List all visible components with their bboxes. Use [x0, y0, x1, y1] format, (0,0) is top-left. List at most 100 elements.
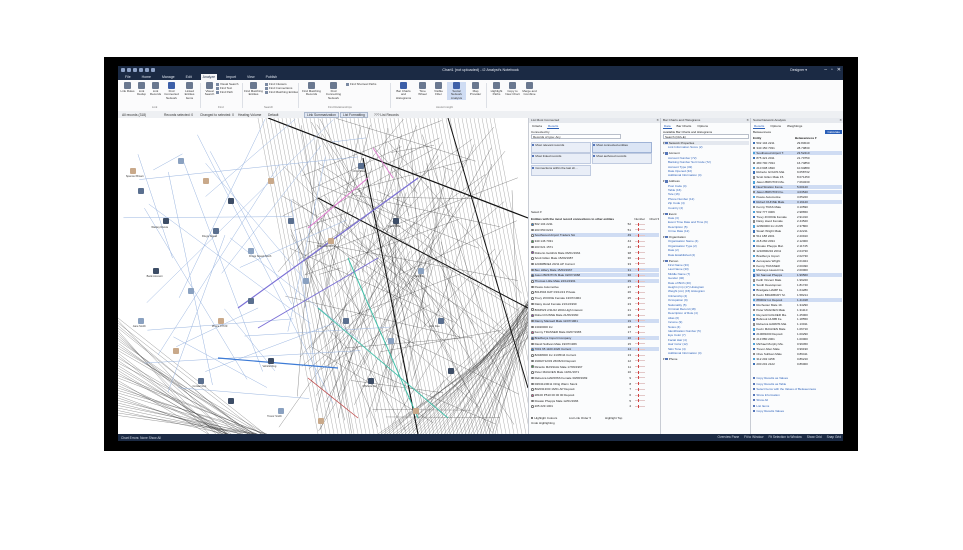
fan-line[interactable] — [118, 385, 227, 435]
table-row[interactable]: Rochester Male 19. 1.34290 — [753, 303, 842, 307]
tree-item[interactable]: Income (9) — [663, 320, 749, 324]
table-row[interactable]: Neal Stratton Fema. 5.00120 — [753, 185, 842, 190]
option-most-authored[interactable]: Most authored records — [592, 153, 652, 164]
link-line[interactable] — [372, 146, 418, 194]
tree-item[interactable]: Middle Name (7) — [663, 272, 749, 276]
property-link[interactable]: Citizenship (4) — [668, 294, 687, 298]
entity-node[interactable] — [288, 218, 294, 224]
link-line[interactable] — [144, 207, 248, 380]
link-line[interactable] — [316, 228, 367, 411]
color-swatch[interactable] — [531, 240, 534, 243]
measure-select[interactable]: Betweenness — [753, 130, 771, 134]
property-link[interactable]: Occupation (9) — [668, 298, 688, 302]
table-row[interactable]: 880002 Inc Deposit 1.41018 — [753, 297, 842, 302]
list-item[interactable]: Jason BRINTON Male 02/07/1968 30 — [531, 273, 659, 278]
highlight-paths-button[interactable]: Highlight Paths — [489, 82, 504, 97]
tab-options[interactable]: Options — [769, 124, 782, 129]
undo-highlighting[interactable]: Undo Highlighting — [531, 421, 555, 425]
link-line[interactable] — [123, 216, 292, 219]
list-item[interactable]: 340 146 7031 44 — [531, 239, 659, 243]
map-provider-button[interactable]: Map Provider — [468, 82, 483, 97]
table-row[interactable]: Kevin BRADBURY M. 1.58214 — [753, 293, 842, 297]
tree-item[interactable]: Event Time Date and Time (6) — [663, 220, 749, 224]
list-item[interactable]: 203 650 0213 51 — [531, 228, 659, 232]
link-line[interactable] — [379, 128, 388, 189]
link-line[interactable] — [209, 151, 292, 305]
link-line[interactable] — [397, 118, 459, 434]
highlight-top[interactable]: Highlight Top — [605, 416, 622, 420]
tree-item[interactable]: Date (3) — [663, 216, 749, 220]
list-item[interactable]: Kenny TRASSER Male 04/07/1965 17 — [531, 330, 659, 334]
list-item[interactable]: RZ0411/0011 Oilrig Warm Stock 8 — [531, 382, 659, 386]
table-row[interactable]: 200 201 2122 0.86000 — [753, 362, 842, 366]
table-row[interactable]: Rebecca HARRIS Mal. 1.13011 — [753, 322, 842, 326]
fan-line[interactable] — [404, 315, 528, 434]
color-swatch[interactable] — [531, 279, 534, 283]
table-row[interactable]: Peace Automotive 3.65220 — [753, 195, 842, 199]
property-link[interactable]: Notes (4) — [668, 325, 680, 329]
color-swatch[interactable] — [531, 274, 534, 277]
link-line[interactable] — [281, 118, 343, 434]
tree-item[interactable]: Nationality (5) — [663, 303, 749, 307]
table-row[interactable]: Aerospace Wright 2.01024 — [753, 259, 842, 263]
minimize-button[interactable]: – — [824, 67, 827, 73]
entity-node[interactable] — [178, 158, 184, 164]
link-line[interactable] — [326, 241, 418, 298]
tab-results[interactable]: Results — [546, 124, 560, 129]
person-node[interactable] — [130, 168, 136, 174]
link-line[interactable] — [485, 118, 528, 434]
tree-item[interactable]: Banking Number Sort Code (72) — [663, 160, 749, 164]
table-row[interactable]: Sir Samuel Phepps 1.99560 — [753, 273, 842, 278]
entity-node[interactable] — [448, 368, 454, 374]
list-item[interactable]: Peace Automotive 27 — [531, 285, 659, 289]
tree-item[interactable]: Date of Birth (40) — [663, 281, 749, 285]
entity-node[interactable] — [248, 298, 254, 304]
table-row[interactable]: Scott Gillen Male 15. 8.071450 — [753, 175, 842, 179]
entity-node[interactable] — [228, 198, 234, 204]
sna-action-link[interactable]: Copy Results as Table — [753, 382, 842, 386]
link-line[interactable] — [453, 118, 515, 434]
link-line[interactable] — [197, 134, 334, 404]
property-link[interactable]: Skin Tone (4) — [668, 347, 686, 351]
person-node[interactable] — [203, 178, 209, 184]
list-item[interactable]: David Sullivan Male 19/07/1966 15 — [531, 342, 659, 346]
link-line[interactable] — [375, 351, 391, 412]
list-item[interactable]: 205 229 1001 4 — [531, 404, 659, 408]
tree-item[interactable]: Identification Number (5) — [663, 329, 749, 333]
color-swatch[interactable] — [531, 257, 534, 260]
property-link[interactable]: Additional Information (4) — [668, 173, 702, 177]
property-link[interactable]: Last Name (33) — [668, 267, 689, 271]
link-line[interactable] — [320, 304, 430, 370]
table-row[interactable]: Trevor Allen Male 0.99190 — [753, 347, 842, 351]
option-recent-connections[interactable]: Connections within the last sh... — [531, 165, 591, 176]
highlight-colours[interactable]: Highlight Colours — [531, 416, 557, 420]
snap-grid-button[interactable]: Snap Grid — [827, 435, 841, 439]
person-node[interactable] — [173, 348, 179, 354]
fan-line[interactable] — [455, 301, 528, 434]
link-line[interactable] — [417, 118, 479, 434]
link-line[interactable] — [257, 118, 319, 434]
property-link[interactable]: Organisation Type (2) — [668, 244, 697, 248]
entity-node[interactable] — [138, 188, 144, 194]
property-link[interactable]: Facial Hair (4) — [668, 338, 687, 342]
property-link[interactable]: Date (2) — [668, 248, 679, 252]
link-line[interactable] — [461, 118, 523, 434]
link-line[interactable] — [309, 127, 494, 349]
link-line[interactable] — [297, 139, 318, 397]
heating-volume[interactable]: Heating Volume — [238, 113, 261, 117]
tree-item[interactable]: Description (5) — [663, 225, 749, 229]
tree-item[interactable]: Description of Role (4) — [663, 311, 749, 315]
color-swatch[interactable] — [531, 319, 534, 323]
list-item[interactable]: Ricardo MASSIAH Male 17/09/1967 11 — [531, 365, 659, 369]
table-row[interactable]: South Developmer. 1.81740 — [753, 283, 842, 287]
tree-item[interactable]: Gender (40) — [663, 276, 749, 280]
color-swatch[interactable] — [531, 325, 534, 329]
fan-line[interactable] — [118, 375, 264, 435]
color-swatch[interactable] — [531, 245, 534, 249]
table-row[interactable]: Daisy Hood Female 2.44520 — [753, 219, 842, 223]
merge-combine-button[interactable]: Merge and Combine — [521, 82, 538, 97]
link-line[interactable] — [425, 118, 487, 434]
property-link[interactable]: Description (5) — [668, 225, 688, 229]
records-filter[interactable]: All records (318) — [122, 113, 146, 117]
overview-pane-button[interactable]: Overview Pane — [718, 435, 740, 439]
